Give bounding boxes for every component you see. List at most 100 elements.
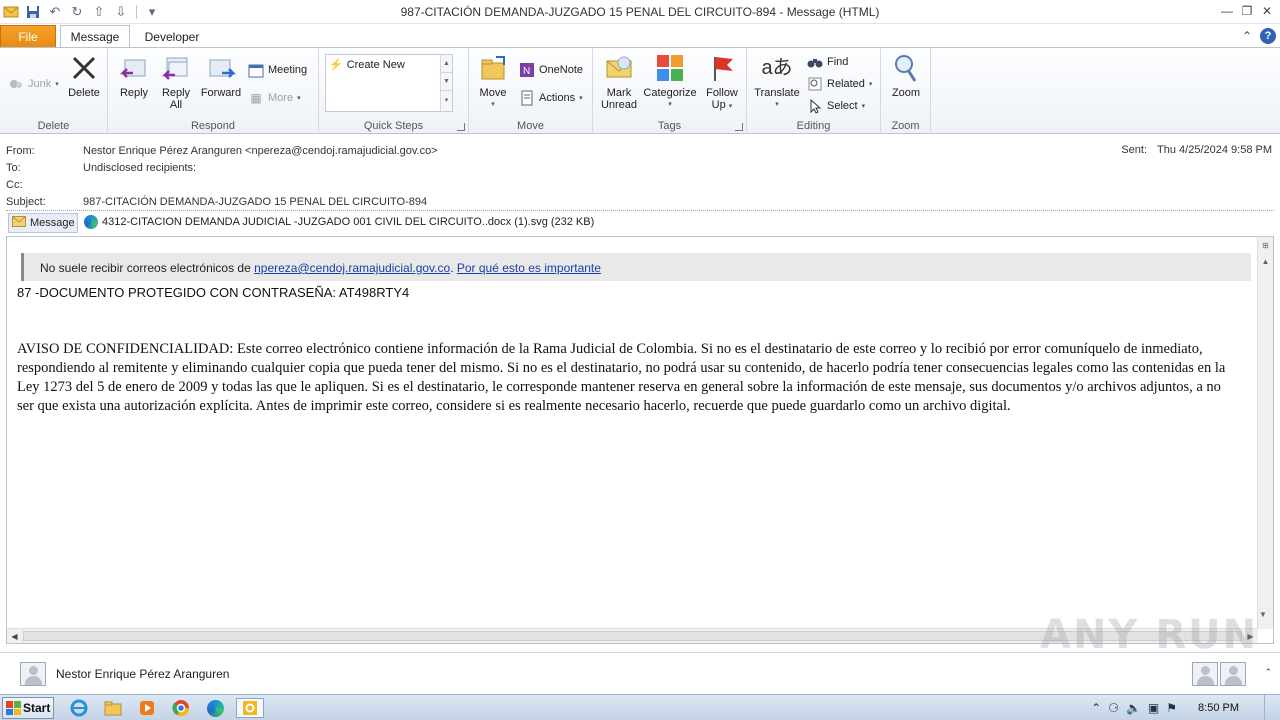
clock[interactable]: 8:50 PM (1198, 702, 1239, 714)
more-icon: ▦ (250, 91, 262, 105)
show-hidden-icons-icon[interactable]: ⌃ (1091, 701, 1101, 715)
edge-icon[interactable] (204, 698, 226, 718)
scroll-down-icon[interactable]: ▼ (441, 73, 452, 91)
junk-label: Junk (28, 78, 52, 90)
reply-label: Reply (119, 87, 149, 99)
ribbon-tabs: File Message Developer ⌃ ? (0, 24, 1280, 48)
respond-group-label: Respond (190, 120, 236, 132)
file-explorer-icon[interactable] (102, 698, 124, 718)
tab-message[interactable]: Message (60, 25, 130, 48)
attachment-file-name: 4312-CITACION DEMANDA JUDICIAL -JUZGADO … (102, 216, 595, 228)
select-button[interactable]: Select ▾ (807, 98, 865, 114)
quick-step-bolt-icon: ⚡ (329, 59, 343, 71)
contact-avatar-2[interactable] (1220, 662, 1246, 686)
close-icon[interactable]: ✕ (1258, 2, 1276, 20)
editing-group: aあ Translate ▾ Find Related ▾ Select ▾ E… (747, 48, 881, 134)
categorize-button[interactable]: Categorize ▾ (641, 52, 699, 111)
collapse-ribbon-icon[interactable]: ⌃ (1242, 29, 1252, 43)
tab-file[interactable]: File (0, 25, 56, 48)
zoom-small-icon[interactable]: ⊞ (1258, 237, 1273, 253)
reply-all-button[interactable]: Reply All (158, 52, 194, 111)
onenote-button[interactable]: N OneNote (519, 62, 583, 78)
scroll-up-arrow-icon[interactable]: ▲ (1258, 253, 1273, 269)
vertical-scrollbar[interactable]: ⊞ ▲ (1257, 237, 1273, 629)
scroll-down-arrow-icon[interactable]: ▼ (1259, 610, 1267, 619)
people-pane-name[interactable]: Nestor Enrique Pérez Aranguren (56, 667, 229, 681)
restore-icon[interactable]: ❐ (1238, 2, 1256, 20)
window-title: 987-CITACIÓN DEMANDA-JUZGADO 15 PENAL DE… (400, 5, 880, 19)
expand-people-pane-icon[interactable]: ⌃ (1264, 667, 1272, 678)
network-icon[interactable]: ⚆ (1108, 701, 1119, 715)
banner-email-link[interactable]: npereza@cendoj.ramajudicial.gov.co (254, 261, 450, 275)
contact-avatar-1[interactable] (1192, 662, 1218, 686)
minimize-icon[interactable]: — (1218, 2, 1236, 20)
start-button[interactable]: Start (2, 697, 54, 719)
outlook-taskbar-icon[interactable] (236, 698, 264, 718)
from-row: From: Nestor Enrique Pérez Aranguren <np… (6, 145, 438, 161)
delete-label: Delete (68, 87, 100, 99)
more-label: More (268, 92, 294, 104)
select-label: Select (827, 100, 858, 112)
why-important-link[interactable]: Por qué esto es importante (457, 261, 601, 275)
scroll-up-icon[interactable]: ▲ (441, 55, 452, 73)
follow-up-label-2: Up (711, 99, 726, 111)
find-button[interactable]: Find (807, 54, 848, 70)
related-button[interactable]: Related ▾ (807, 76, 872, 92)
internet-explorer-icon[interactable] (68, 698, 90, 718)
show-desktop-button[interactable] (1264, 695, 1274, 720)
message-view-tab[interactable]: Message (8, 213, 78, 233)
find-label: Find (827, 56, 849, 68)
expand-gallery-icon[interactable]: ▾ (441, 91, 452, 109)
create-new-label: Create New (346, 58, 405, 71)
editing-group-label: Editing (796, 120, 831, 132)
cc-label: Cc: (6, 179, 23, 191)
tags-group: Mark Unread Categorize ▾ Follow Up ▾ Tag… (593, 48, 747, 134)
help-icon[interactable]: ? (1260, 28, 1276, 44)
translate-button[interactable]: aあ Translate ▾ (751, 52, 803, 111)
forward-button[interactable]: Forward (198, 52, 244, 99)
from-label: From: (6, 145, 35, 157)
start-label: Start (23, 701, 51, 715)
delete-group: Junk ▾ Delete Delete (0, 48, 108, 134)
translate-icon: aあ (761, 57, 793, 79)
action-center-flag-icon[interactable]: ⚑ (1166, 701, 1177, 715)
actions-button[interactable]: Actions ▾ (519, 90, 583, 106)
scroll-left-arrow-icon[interactable]: ◀ (7, 629, 22, 643)
follow-up-button[interactable]: Follow Up ▾ (701, 52, 743, 113)
tab-developer[interactable]: Developer (132, 25, 212, 48)
reply-all-label-1: Reply (161, 87, 191, 99)
quick-steps-scroll[interactable]: ▲ ▼ ▾ (440, 55, 452, 111)
actions-icon (519, 90, 535, 106)
security-icon[interactable]: ▣ (1148, 701, 1159, 715)
attachment-file[interactable]: 4312-CITACION DEMANDA JUDICIAL -JUZGADO … (84, 215, 594, 229)
zoom-button[interactable]: Zoom (888, 52, 924, 99)
zoom-group-label: Zoom (891, 120, 920, 132)
from-value[interactable]: Nestor Enrique Pérez Aranguren <npereza@… (83, 145, 438, 161)
junk-button[interactable]: Junk ▾ (8, 76, 59, 92)
sent-info: Sent: Thu 4/25/2024 9:58 PM (1121, 144, 1272, 156)
chrome-icon[interactable] (170, 698, 192, 718)
categorize-label: Categorize (643, 87, 697, 99)
message-tab-label: Message (30, 217, 75, 229)
calendar-icon (248, 62, 264, 78)
create-new-quick-step[interactable]: ⚡ Create New (329, 58, 405, 72)
meeting-button[interactable]: Meeting (248, 62, 307, 78)
move-button[interactable]: Move ▾ (475, 52, 511, 111)
binoculars-icon (807, 54, 823, 70)
window-controls: — ❐ ✕ (1218, 2, 1276, 20)
reply-button[interactable]: Reply (116, 52, 152, 99)
delete-button[interactable]: Delete (66, 52, 102, 99)
follow-up-label-2-wrap: Up ▾ (711, 99, 733, 111)
move-folder-icon (477, 52, 509, 84)
more-respond-button[interactable]: ▦ More ▾ (248, 90, 300, 106)
envelope-icon (12, 216, 26, 230)
volume-icon[interactable]: 🔈 (1126, 701, 1141, 715)
flag-icon (706, 52, 738, 84)
mark-unread-button[interactable]: Mark Unread (597, 52, 641, 111)
sender-avatar[interactable] (20, 662, 46, 686)
quick-steps-group-label: Quick Steps (363, 120, 424, 132)
attachment-bar: Message 4312-CITACION DEMANDA JUDICIAL -… (0, 212, 1280, 234)
sent-label: Sent: (1121, 144, 1148, 156)
tags-group-label: Tags (657, 120, 682, 132)
media-player-icon[interactable] (136, 698, 158, 718)
